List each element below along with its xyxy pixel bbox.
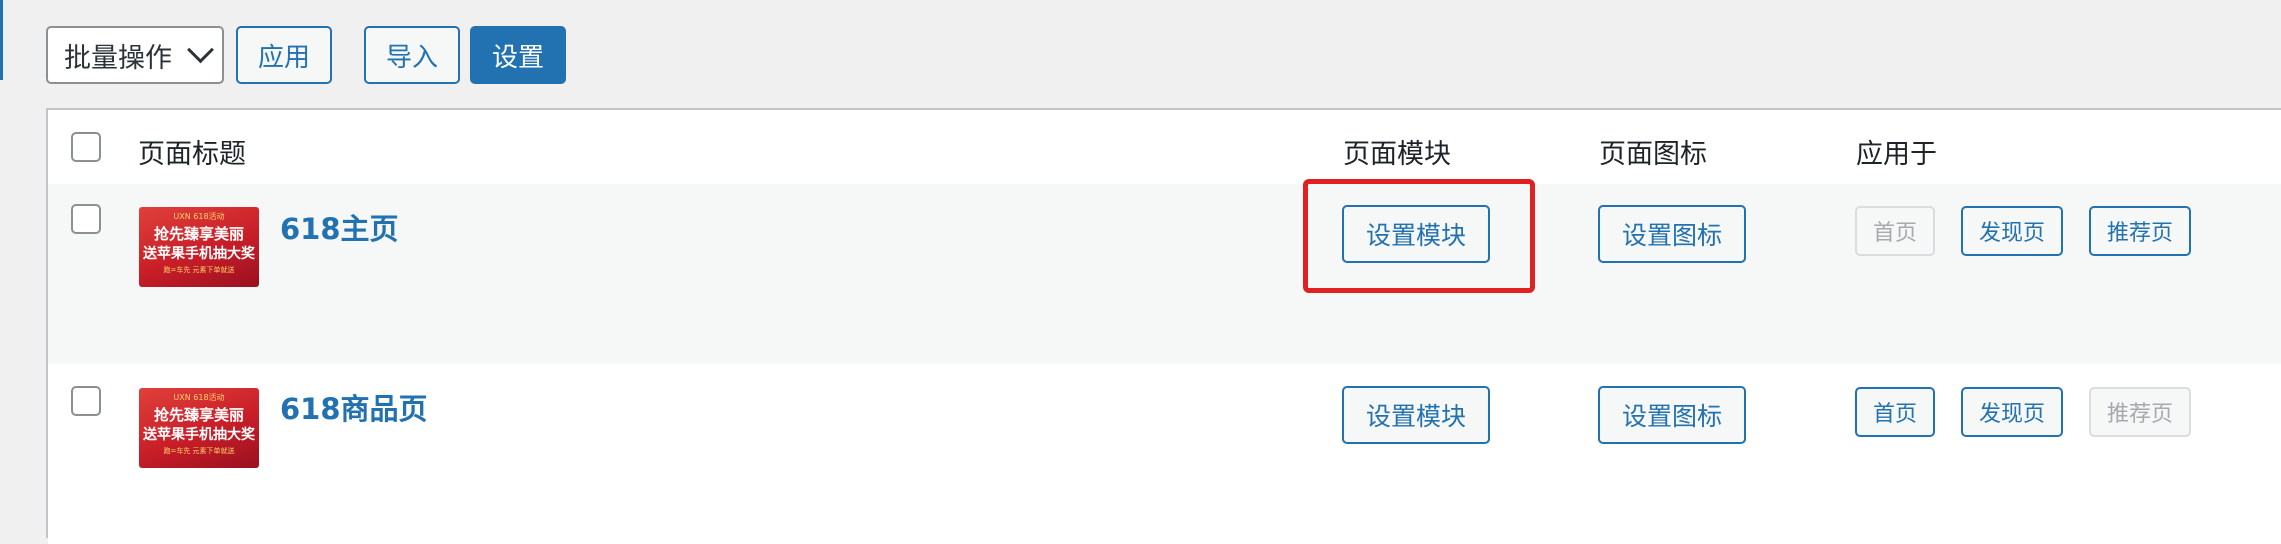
- column-title-header: 页面标题: [138, 139, 246, 170]
- apply-recommend-button[interactable]: 推荐页: [2089, 206, 2191, 256]
- column-applies-to-header: 应用于: [1856, 139, 1937, 170]
- thumb-brand-text: UXN 618活动: [173, 393, 225, 402]
- bulk-actions-toolbar: 批量操作 应用 导入 设置: [46, 25, 566, 85]
- import-button[interactable]: 导入: [364, 26, 460, 84]
- apply-button[interactable]: 应用: [236, 26, 332, 84]
- thumb-line-1: 抢先臻享美丽: [153, 225, 244, 243]
- thumb-line-2: 送苹果手机抽大奖: [143, 246, 255, 262]
- apply-discover-button[interactable]: 发现页: [1961, 387, 2063, 437]
- settings-button[interactable]: 设置: [470, 26, 566, 84]
- page-thumbnail: UXN 618活动 抢先臻享美丽 送苹果手机抽大奖 跑=车先 元素下单就送: [139, 207, 259, 287]
- bulk-action-select[interactable]: 批量操作: [46, 26, 224, 84]
- page-title-link[interactable]: 618主页: [280, 206, 399, 248]
- bulk-action-label: 批量操作: [64, 42, 172, 74]
- select-all-checkbox[interactable]: [71, 132, 101, 162]
- apply-home-button[interactable]: 首页: [1855, 387, 1935, 437]
- row-checkbox[interactable]: [71, 204, 101, 234]
- apply-recommend-button: 推荐页: [2089, 387, 2191, 437]
- column-icon-header: 页面图标: [1599, 139, 1707, 170]
- thumb-brand-text: UXN 618活动: [173, 212, 225, 221]
- thumb-line-1: 抢先臻享美丽: [153, 406, 244, 424]
- apply-discover-button[interactable]: 发现页: [1961, 206, 2063, 256]
- apply-home-button: 首页: [1855, 206, 1935, 256]
- admin-accent-bar: [0, 0, 3, 80]
- table-header: 页面标题 页面模块 页面图标 应用于: [48, 110, 2281, 186]
- pages-table: 页面标题 页面模块 页面图标 应用于 UXN 618活动 抢先臻享美丽 送苹果手…: [46, 108, 2281, 544]
- thumb-line-2: 送苹果手机抽大奖: [143, 427, 255, 443]
- page-title-link[interactable]: 618商品页: [280, 386, 428, 428]
- table-row: UXN 618活动 抢先臻享美丽 送苹果手机抽大奖 跑=车先 元素下单就送 61…: [48, 364, 2281, 544]
- thumb-line-3: 跑=车先 元素下单就送: [163, 447, 235, 455]
- thumb-line-3: 跑=车先 元素下单就送: [163, 266, 235, 274]
- table-row: UXN 618活动 抢先臻享美丽 送苹果手机抽大奖 跑=车先 元素下单就送 61…: [48, 184, 2281, 364]
- page-thumbnail: UXN 618活动 抢先臻享美丽 送苹果手机抽大奖 跑=车先 元素下单就送: [139, 388, 259, 468]
- set-icon-button[interactable]: 设置图标: [1598, 205, 1746, 263]
- column-module-header: 页面模块: [1343, 139, 1451, 170]
- set-icon-button[interactable]: 设置图标: [1598, 386, 1746, 444]
- row-checkbox[interactable]: [71, 386, 101, 416]
- chevron-down-icon: [187, 35, 214, 63]
- set-module-button[interactable]: 设置模块: [1342, 386, 1490, 444]
- highlight-annotation-box: [1303, 179, 1535, 293]
